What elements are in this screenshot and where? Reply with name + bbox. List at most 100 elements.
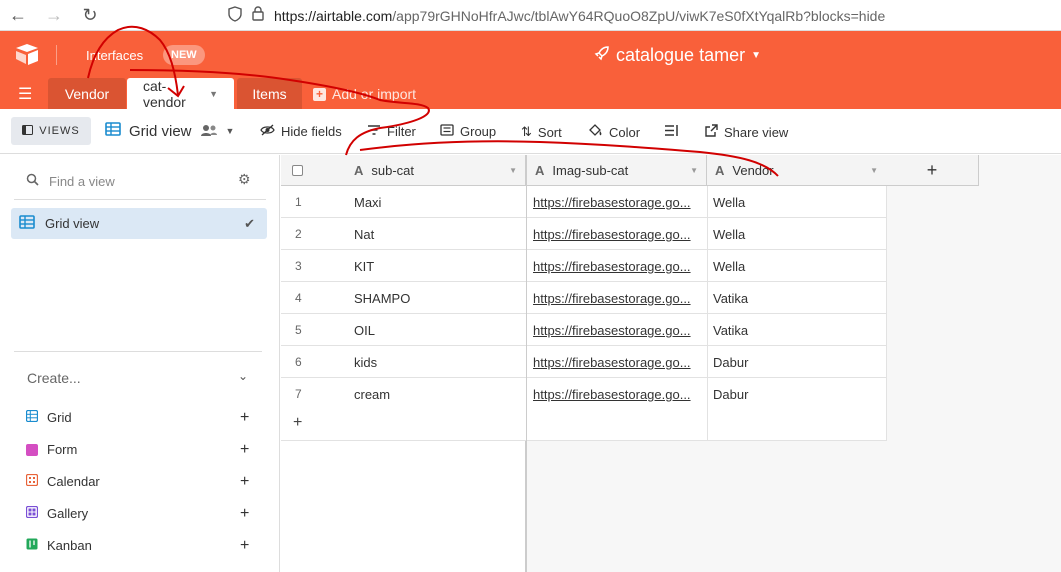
cell-image-link[interactable]: https://firebasestorage.go... bbox=[533, 323, 701, 338]
interfaces-link[interactable]: Interfaces bbox=[86, 48, 143, 63]
sort-label: Sort bbox=[537, 124, 562, 140]
sidebar-item-grid-view[interactable]: Grid view ✔ bbox=[11, 208, 267, 239]
cell-vendor[interactable]: Wella bbox=[713, 259, 745, 274]
group-icon bbox=[440, 124, 454, 139]
row-number: 2 bbox=[295, 227, 302, 241]
table-row[interactable]: 5 OIL https://firebasestorage.go... Vati… bbox=[281, 314, 886, 346]
color-label: Color bbox=[609, 124, 641, 140]
cell-vendor[interactable]: Dabur bbox=[713, 355, 748, 370]
caret-down-icon[interactable]: ▼ bbox=[209, 89, 218, 99]
filter-button[interactable]: Filter bbox=[367, 124, 416, 139]
gear-icon[interactable]: ⚙ bbox=[238, 171, 251, 188]
header-divider bbox=[56, 45, 57, 65]
cell-vendor[interactable]: Wella bbox=[713, 195, 745, 210]
shield-icon bbox=[228, 5, 242, 26]
cell-image-link[interactable]: https://firebasestorage.go... bbox=[533, 355, 701, 370]
airtable-logo-icon[interactable] bbox=[14, 42, 40, 66]
base-title-text: catalogue tamer bbox=[616, 45, 746, 65]
add-field-button[interactable]: + bbox=[886, 155, 979, 186]
hide-fields-label: Hide fields bbox=[281, 124, 342, 139]
select-all-checkbox[interactable] bbox=[292, 165, 303, 176]
add-record-row[interactable]: + bbox=[281, 409, 886, 441]
tab-items[interactable]: Items bbox=[237, 78, 302, 109]
color-button[interactable]: Color bbox=[588, 124, 640, 140]
add-calendar-plus-icon[interactable]: + bbox=[240, 473, 249, 491]
cell-sub-cat[interactable]: SHAMPO bbox=[354, 291, 410, 306]
caret-down-icon[interactable]: ▼ bbox=[870, 166, 878, 175]
tab-vendor[interactable]: Vendor bbox=[48, 78, 126, 109]
header-vendor[interactable]: A Vendor ▼ bbox=[707, 155, 886, 186]
cell-image-link[interactable]: https://firebasestorage.go... bbox=[533, 227, 701, 242]
plus-icon[interactable]: + bbox=[293, 414, 302, 432]
cell-image-link[interactable]: https://firebasestorage.go... bbox=[533, 387, 701, 402]
table-row[interactable]: 1 Maxi https://firebasestorage.go... Wel… bbox=[281, 186, 886, 218]
create-item-label: Form bbox=[47, 442, 78, 457]
create-grid-item[interactable]: Grid bbox=[25, 409, 72, 425]
chevron-down-icon[interactable]: ⌄ bbox=[238, 369, 248, 383]
text-field-icon: A bbox=[354, 162, 364, 178]
grid-icon bbox=[25, 409, 39, 425]
tab-cat-vendor[interactable]: cat-vendor ▼ bbox=[127, 78, 234, 110]
add-kanban-plus-icon[interactable]: + bbox=[240, 537, 249, 555]
table-row[interactable]: 6 kids https://firebasestorage.go... Dab… bbox=[281, 346, 886, 378]
back-icon[interactable]: ← bbox=[0, 0, 36, 31]
sort-button[interactable]: ⇅ Sort bbox=[521, 124, 562, 140]
row-height-button[interactable] bbox=[664, 124, 679, 140]
find-view-input[interactable]: Find a view bbox=[26, 173, 115, 189]
reload-icon[interactable]: ↻ bbox=[72, 0, 108, 31]
create-gallery-item[interactable]: Gallery bbox=[25, 505, 88, 521]
add-or-import-button[interactable]: + Add or import bbox=[313, 86, 416, 102]
cell-sub-cat[interactable]: Maxi bbox=[354, 195, 381, 210]
share-view-button[interactable]: Share view bbox=[705, 124, 788, 140]
forward-icon[interactable]: → bbox=[36, 0, 72, 31]
text-field-icon: A bbox=[715, 162, 725, 178]
table-row[interactable]: 3 KIT https://firebasestorage.go... Well… bbox=[281, 250, 886, 282]
hamburger-icon[interactable]: ☰ bbox=[18, 84, 32, 104]
column-divider bbox=[707, 186, 708, 441]
url-host: https://airtable.com bbox=[274, 7, 393, 24]
hide-fields-button[interactable]: Hide fields bbox=[260, 124, 342, 139]
cell-sub-cat[interactable]: OIL bbox=[354, 323, 375, 338]
header-sub-cat[interactable]: A sub-cat ▼ bbox=[281, 155, 526, 186]
table-row[interactable]: 7 cream https://firebasestorage.go... Da… bbox=[281, 378, 886, 410]
add-gallery-plus-icon[interactable]: + bbox=[240, 505, 249, 523]
cell-image-link[interactable]: https://firebasestorage.go... bbox=[533, 291, 701, 306]
row-height-icon bbox=[664, 124, 679, 140]
address-bar[interactable]: https://airtable.com/app79rGHNoHfrAJwc/t… bbox=[228, 0, 885, 31]
form-icon bbox=[26, 443, 38, 456]
create-form-item[interactable]: Form bbox=[26, 442, 77, 457]
create-section-title[interactable]: Create... bbox=[27, 370, 81, 386]
add-form-plus-icon[interactable]: + bbox=[240, 441, 249, 459]
cell-vendor[interactable]: Wella bbox=[713, 227, 745, 242]
text-field-icon: A bbox=[535, 162, 545, 178]
column-label: Imag-sub-cat bbox=[552, 162, 629, 178]
sort-icon: ⇅ bbox=[521, 124, 532, 139]
cell-sub-cat[interactable]: Nat bbox=[354, 227, 374, 242]
table-row[interactable]: 2 Nat https://firebasestorage.go... Well… bbox=[281, 218, 886, 250]
cell-vendor[interactable]: Dabur bbox=[713, 387, 748, 402]
view-switcher[interactable]: Grid view ▼ bbox=[105, 122, 234, 140]
caret-down-icon[interactable]: ▼ bbox=[509, 166, 517, 175]
views-button[interactable]: VIEWS bbox=[11, 117, 91, 145]
cell-vendor[interactable]: Vatika bbox=[713, 291, 748, 306]
rocket-icon bbox=[594, 45, 610, 66]
group-button[interactable]: Group bbox=[440, 124, 496, 139]
gallery-icon bbox=[25, 505, 39, 521]
view-toolbar: VIEWS Grid view ▼ Hide fields Filter Gro… bbox=[0, 109, 1061, 154]
create-calendar-item[interactable]: Calendar bbox=[25, 473, 100, 489]
cell-vendor[interactable]: Vatika bbox=[713, 323, 748, 338]
new-badge: NEW bbox=[163, 45, 205, 65]
cell-sub-cat[interactable]: KIT bbox=[354, 259, 374, 274]
create-kanban-item[interactable]: Kanban bbox=[26, 538, 92, 553]
add-grid-plus-icon[interactable]: + bbox=[240, 409, 249, 427]
cell-image-link[interactable]: https://firebasestorage.go... bbox=[533, 195, 701, 210]
header-imag-sub-cat[interactable]: A Imag-sub-cat ▼ bbox=[527, 155, 707, 186]
caret-down-icon[interactable]: ▼ bbox=[690, 166, 698, 175]
paint-bucket-icon bbox=[588, 124, 603, 140]
base-title[interactable]: catalogue tamer ▼ bbox=[594, 45, 761, 66]
cell-sub-cat[interactable]: cream bbox=[354, 387, 390, 402]
cell-sub-cat[interactable]: kids bbox=[354, 355, 377, 370]
table-row[interactable]: 4 SHAMPO https://firebasestorage.go... V… bbox=[281, 282, 886, 314]
cell-image-link[interactable]: https://firebasestorage.go... bbox=[533, 259, 701, 274]
grid-icon bbox=[19, 215, 35, 232]
